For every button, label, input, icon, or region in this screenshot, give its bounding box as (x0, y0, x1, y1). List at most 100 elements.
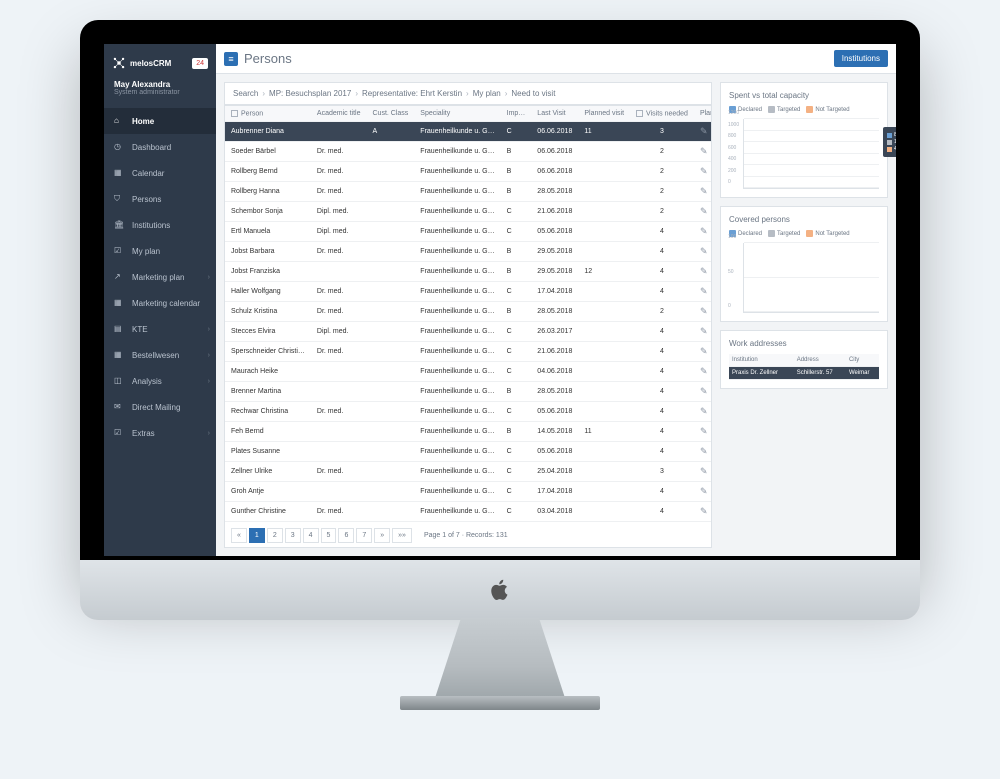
table-row[interactable]: Rollberg HannaDr. med.Frauenheilkunde u.… (225, 182, 712, 202)
edit-icon[interactable]: ✎ (700, 506, 708, 516)
table-row[interactable]: Plates SusanneFrauenheilkunde u. G…C05.0… (225, 442, 712, 462)
page-button[interactable]: 2 (267, 528, 283, 543)
sidebar-item-my-plan[interactable]: ☑My plan (104, 238, 216, 264)
sidebar-item-marketing-calendar[interactable]: ▦Marketing calendar (104, 290, 216, 316)
sidebar-item-label: Direct Mailing (132, 403, 180, 412)
page-button[interactable]: »» (392, 528, 412, 543)
table-row[interactable]: Maurach HeikeFrauenheilkunde u. G…C04.06… (225, 362, 712, 382)
table-row[interactable]: Rollberg BerndDr. med.Frauenheilkunde u.… (225, 162, 712, 182)
nav-icon: ▦ (114, 298, 124, 308)
sidebar-item-label: Bestellwesen (132, 351, 179, 360)
checkbox-icon[interactable] (636, 110, 643, 117)
column-header[interactable]: Last Visit (531, 106, 578, 122)
column-header[interactable]: Academic title (311, 106, 367, 122)
table-row[interactable]: Jobst BarbaraDr. med.Frauenheilkunde u. … (225, 242, 712, 262)
table-row[interactable]: Sperschneider Christi…Dr. med.Frauenheil… (225, 342, 712, 362)
column-header[interactable]: Cust. Class (367, 106, 415, 122)
chart-panel-covered: Covered persons DeclaredTargetedNot Targ… (720, 206, 888, 322)
table-row[interactable]: Soeder BärbelDr. med.Frauenheilkunde u. … (225, 142, 712, 162)
sidebar-item-extras[interactable]: ☑Extras› (104, 420, 216, 446)
page-button[interactable]: 1 (249, 528, 265, 543)
edit-icon[interactable]: ✎ (700, 306, 708, 316)
sidebar-item-calendar[interactable]: ▦Calendar (104, 160, 216, 186)
edit-icon[interactable]: ✎ (700, 326, 708, 336)
edit-icon[interactable]: ✎ (700, 486, 708, 496)
table-row[interactable]: Brenner MartinaFrauenheilkunde u. G…B28.… (225, 382, 712, 402)
edit-icon[interactable]: ✎ (700, 166, 708, 176)
table-row[interactable]: Stecces ElviraDipl. med.Frauenheilkunde … (225, 322, 712, 342)
sidebar-item-label: KTE (132, 325, 148, 334)
edit-icon[interactable]: ✎ (700, 366, 708, 376)
page-button[interactable]: 5 (321, 528, 337, 543)
page-button[interactable]: 6 (338, 528, 354, 543)
table-row[interactable]: Haller WolfgangDr. med.Frauenheilkunde u… (225, 282, 712, 302)
table-row[interactable]: Feh BerndFrauenheilkunde u. G…B14.05.201… (225, 422, 712, 442)
breadcrumb-segment[interactable]: MP: Besuchsplan 2017 (269, 89, 351, 98)
nav-icon: ⌂ (114, 116, 124, 126)
table-row[interactable]: Jobst FranziskaFrauenheilkunde u. G…B29.… (225, 262, 712, 282)
breadcrumb-segment[interactable]: Need to visit (511, 89, 555, 98)
table-row[interactable]: Groh AntjeFrauenheilkunde u. G…C17.04.20… (225, 482, 712, 502)
nav-icon: ◷ (114, 142, 124, 152)
chevron-right-icon: › (208, 430, 210, 437)
institutions-button[interactable]: Institutions (834, 50, 888, 67)
sidebar-item-institutions[interactable]: 🏛Institutions (104, 212, 216, 238)
sidebar-item-persons[interactable]: ⛉Persons (104, 186, 216, 212)
column-header[interactable]: Plan (694, 106, 712, 122)
edit-icon[interactable]: ✎ (700, 266, 708, 276)
column-header[interactable]: Person (225, 106, 311, 122)
chevron-right-icon: › (208, 352, 210, 359)
table-row[interactable]: Ertl ManuelaDipl. med.Frauenheilkunde u.… (225, 222, 712, 242)
sidebar-item-kte[interactable]: ▤KTE› (104, 316, 216, 342)
edit-icon[interactable]: ✎ (700, 386, 708, 396)
chevron-right-icon: › (208, 326, 210, 333)
breadcrumb-segment[interactable]: Representative: Ehrt Kerstin (362, 89, 462, 98)
sidebar-item-marketing-plan[interactable]: ↗Marketing plan› (104, 264, 216, 290)
edit-icon[interactable]: ✎ (700, 466, 708, 476)
page-button[interactable]: 3 (285, 528, 301, 543)
page-button[interactable]: » (374, 528, 390, 543)
column-header[interactable]: Speciality (414, 106, 500, 122)
legend-item: Targeted (768, 230, 800, 237)
page-button[interactable]: 7 (356, 528, 372, 543)
app-logo: melosCRM (112, 56, 171, 70)
date-badge[interactable]: 24 (192, 58, 208, 69)
sidebar-item-direct-mailing[interactable]: ✉Direct Mailing (104, 394, 216, 420)
address-row[interactable]: Praxis Dr. ZellnerSchillerstr. 57Weimar (729, 367, 879, 380)
breadcrumb-segment[interactable]: My plan (473, 89, 501, 98)
page-button[interactable]: « (231, 528, 247, 543)
edit-icon[interactable]: ✎ (700, 406, 708, 416)
nav-icon: ◫ (114, 376, 124, 386)
sidebar-item-analysis[interactable]: ◫Analysis› (104, 368, 216, 394)
chart2-title: Covered persons (729, 215, 879, 224)
sidebar-item-bestellwesen[interactable]: ▦Bestellwesen› (104, 342, 216, 368)
table-row[interactable]: Rechwar ChristinaDr. med.Frauenheilkunde… (225, 402, 712, 422)
table-row[interactable]: Schulz KristinaDr. med.Frauenheilkunde u… (225, 302, 712, 322)
edit-icon[interactable]: ✎ (700, 246, 708, 256)
edit-icon[interactable]: ✎ (700, 186, 708, 196)
breadcrumb: Search›MP: Besuchsplan 2017›Representati… (224, 82, 712, 105)
table-row[interactable]: Schembor SonjaDipl. med.Frauenheilkunde … (225, 202, 712, 222)
table-row[interactable]: Gunther ChristineDr. med.Frauenheilkunde… (225, 502, 712, 522)
table-row[interactable]: Aubrenner DianaAFrauenheilkunde u. G…C06… (225, 122, 712, 142)
edit-icon[interactable]: ✎ (700, 226, 708, 236)
sidebar-item-label: Marketing plan (132, 273, 184, 282)
edit-icon[interactable]: ✎ (700, 446, 708, 456)
table-row[interactable]: Zellner UlrikeDr. med.Frauenheilkunde u.… (225, 462, 712, 482)
edit-icon[interactable]: ✎ (700, 206, 708, 216)
edit-icon[interactable]: ✎ (700, 126, 708, 136)
column-header[interactable]: Imp… (501, 106, 532, 122)
column-header[interactable]: Planned visit (578, 106, 630, 122)
edit-icon[interactable]: ✎ (700, 426, 708, 436)
sidebar-item-home[interactable]: ⌂Home (104, 108, 216, 134)
hamburger-icon[interactable]: ≡ (224, 52, 238, 66)
edit-icon[interactable]: ✎ (700, 286, 708, 296)
edit-icon[interactable]: ✎ (700, 346, 708, 356)
edit-icon[interactable]: ✎ (700, 146, 708, 156)
column-header[interactable]: Visits needed (630, 106, 694, 122)
chevron-right-icon: › (208, 274, 210, 281)
page-button[interactable]: 4 (303, 528, 319, 543)
sidebar-item-dashboard[interactable]: ◷Dashboard (104, 134, 216, 160)
checkbox-icon[interactable] (231, 110, 238, 117)
breadcrumb-segment[interactable]: Search (233, 89, 258, 98)
